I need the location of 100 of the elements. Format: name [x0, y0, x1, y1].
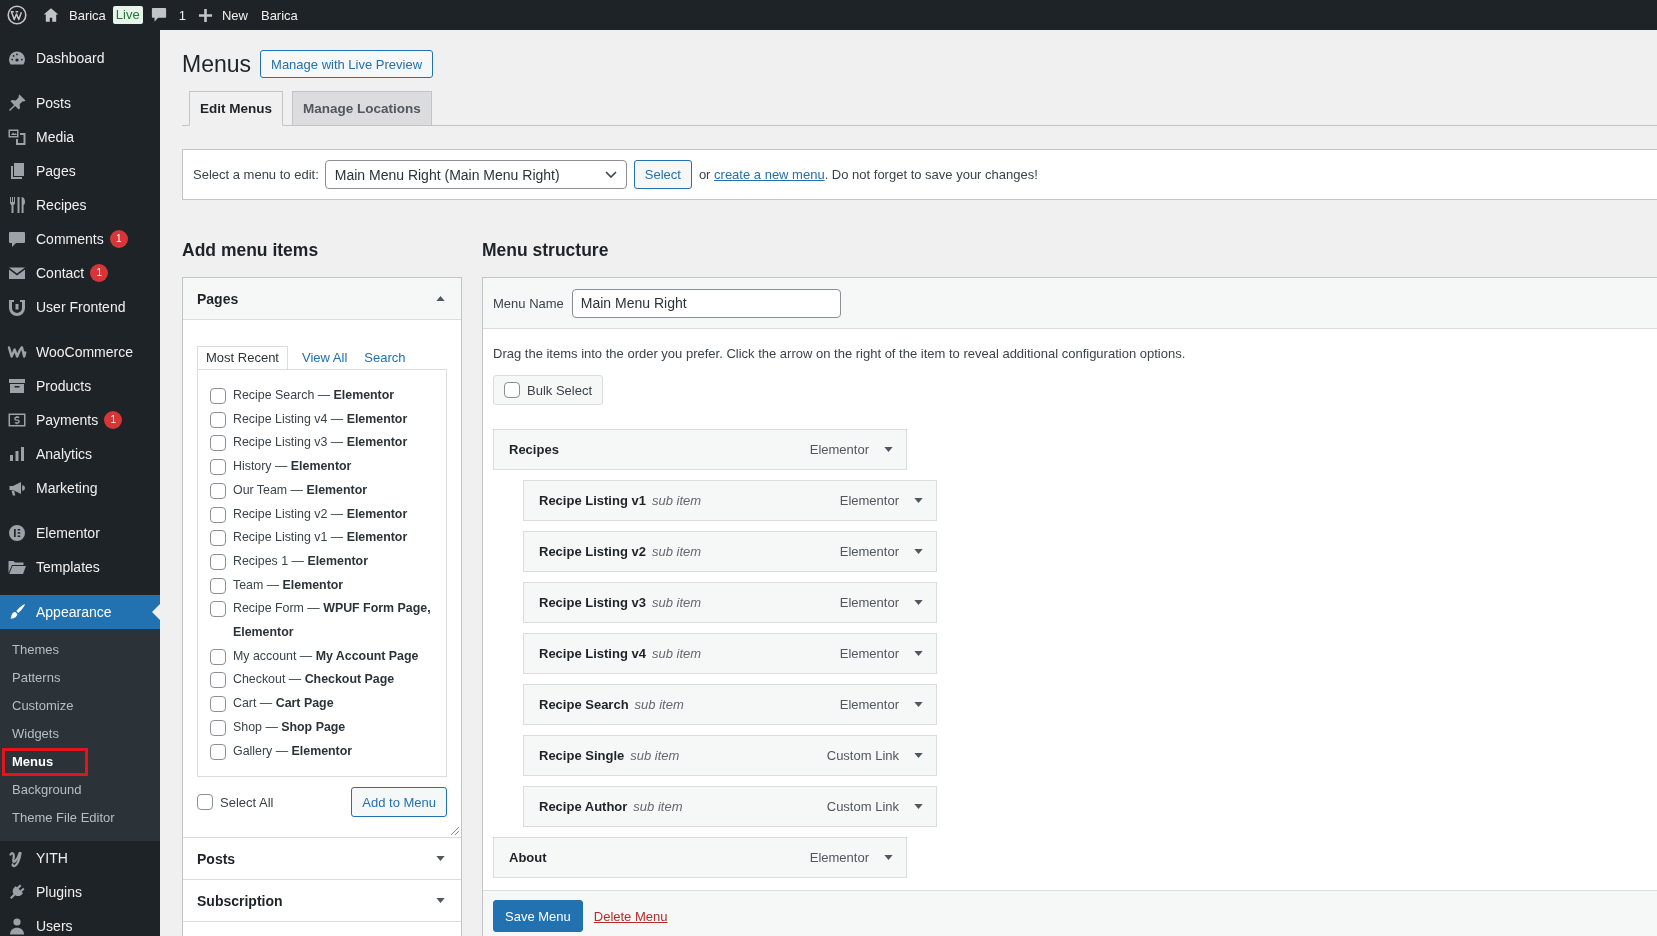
checkbox[interactable] [210, 459, 226, 476]
menu-item-title: Recipe Single [539, 748, 625, 763]
menu-picker-label: Select a menu to edit: [193, 167, 319, 182]
sidebar-item[interactable]: Users [0, 909, 160, 936]
menu-item-bar[interactable]: Recipe Search sub item Elementor [523, 684, 937, 725]
caret-down-icon[interactable] [914, 549, 923, 554]
bar-chart-icon [7, 444, 27, 464]
menu-item-note: sub item [630, 748, 680, 763]
sidebar-item[interactable]: Media [0, 120, 160, 154]
sidebar-item[interactable]: User Frontend [0, 290, 160, 324]
submenu-item[interactable]: Background [0, 776, 160, 804]
page-option-label: Checkout — Checkout Page [233, 671, 395, 689]
plus-icon [197, 7, 213, 23]
checkbox[interactable] [210, 482, 226, 499]
caret-down-icon[interactable] [914, 804, 923, 809]
list-tab[interactable]: Most Recent [197, 346, 288, 369]
checkbox[interactable] [210, 411, 226, 428]
page-option-label: Team — Elementor [233, 576, 344, 594]
checkbox[interactable] [210, 553, 226, 570]
live-preview-button[interactable]: Manage with Live Preview [260, 50, 434, 78]
menu-item-bar[interactable]: Recipe Author sub item Custom Link [523, 786, 937, 827]
sidebar-item[interactable]: Templates [0, 550, 160, 584]
sidebar-item[interactable]: Pages [0, 154, 160, 188]
caret-down-icon[interactable] [884, 855, 893, 860]
menu-item-bar[interactable]: Recipe Listing v3 sub item Elementor [523, 582, 937, 623]
menu-item-type: Elementor [839, 646, 899, 661]
caret-down-icon[interactable] [914, 651, 923, 656]
page-tab[interactable]: Edit Menus [189, 91, 283, 126]
menu-name-field[interactable]: Main Menu Right [571, 288, 841, 318]
menu-item-title: About [509, 850, 547, 865]
checkbox[interactable] [210, 530, 226, 547]
select-all-label: Select All [220, 794, 274, 810]
caret-down-icon[interactable] [884, 447, 893, 452]
submenu-item[interactable]: Patterns [0, 664, 160, 692]
page-title: Menus [182, 50, 252, 78]
archive-box-icon [7, 376, 27, 396]
checkbox[interactable] [210, 672, 226, 689]
sidebar-item[interactable]: Appearance [0, 595, 160, 629]
menu-item-bar[interactable]: Recipe Listing v4 sub item Elementor [523, 633, 937, 674]
menu-select-dropdown[interactable]: Main Menu Right (Main Menu Right) [324, 160, 627, 189]
sidebar-item[interactable]: WooCommerce [0, 335, 160, 369]
sidebar-item[interactable]: Payments 1 [0, 403, 160, 437]
save-menu-button[interactable]: Save Menu [493, 900, 583, 932]
checkbox[interactable] [210, 506, 226, 523]
menu-item-bar[interactable]: Recipe Listing v2 sub item Elementor [523, 531, 937, 572]
sidebar-item[interactable]: YITH [0, 841, 160, 875]
checkbox[interactable] [210, 435, 226, 452]
menu-item-bar[interactable]: Recipes Elementor [493, 429, 907, 470]
sidebar-item[interactable]: Analytics [0, 437, 160, 471]
sidebar-item[interactable]: Plugins [0, 875, 160, 909]
status-badge: Live [112, 6, 143, 24]
sidebar-item[interactable]: Comments 1 [0, 222, 160, 256]
select-button[interactable]: Select [633, 160, 692, 189]
menu-item-bar[interactable]: About Elementor [493, 837, 907, 878]
submenu-item[interactable]: Menus [2, 748, 88, 776]
page-option-label: Recipe Listing v3 — Elementor [233, 434, 408, 452]
delete-menu-link[interactable]: Delete Menu [593, 908, 668, 924]
caret-down-icon[interactable] [914, 498, 923, 503]
caret-down-icon[interactable] [914, 702, 923, 707]
toolbar-link[interactable]: Barica [260, 7, 298, 23]
menu-item-bar[interactable]: Recipe Single sub item Custom Link [523, 735, 937, 776]
site-name-link[interactable]: Barica [43, 7, 106, 23]
page-tab[interactable]: Manage Locations [292, 91, 432, 126]
submenu-item[interactable]: Themes [0, 636, 160, 664]
new-content-link[interactable]: New [197, 7, 248, 23]
sidebar-item[interactable]: Products [0, 369, 160, 403]
checkbox[interactable] [210, 743, 226, 760]
checkbox[interactable] [210, 719, 226, 736]
add-to-menu-button[interactable]: Add to Menu [351, 787, 447, 818]
sidebar-item[interactable]: Recipes [0, 188, 160, 222]
comments-link[interactable]: 1 [150, 7, 186, 23]
site-logo-icon[interactable] [7, 5, 27, 25]
instructions-text: Drag the items into the order you prefer. Click the arrow on the right of the item to reveal additional configuration options. [493, 345, 1187, 362]
bulk-select-button[interactable]: Bulk Select [493, 375, 604, 405]
resize-handle-icon[interactable] [450, 826, 459, 836]
menu-item-bar[interactable]: Recipe Listing v1 sub item Elementor [523, 480, 937, 521]
checkbox[interactable] [210, 577, 226, 594]
list-tab[interactable]: Search [356, 346, 414, 369]
sidebar-item[interactable]: Posts [0, 86, 160, 120]
sidebar-item[interactable]: Contact 1 [0, 256, 160, 290]
page-option-label: Recipe Search — Elementor [233, 387, 395, 404]
sidebar-item[interactable]: Marketing [0, 471, 160, 505]
accordion-header[interactable]: Pages [183, 278, 461, 320]
submenu-item[interactable]: Customize [0, 692, 160, 720]
sidebar-item[interactable]: Elementor [0, 516, 160, 550]
submenu-item[interactable]: Theme File Editor [0, 804, 160, 832]
page-option-label: Cart — Cart Page [233, 695, 334, 713]
checkbox[interactable] [197, 794, 213, 811]
checkbox[interactable] [210, 601, 226, 618]
checkbox[interactable] [210, 648, 226, 665]
caret-down-icon[interactable] [914, 600, 923, 605]
list-tab[interactable]: View All [294, 346, 356, 369]
sidebar-item[interactable]: Dashboard [0, 41, 160, 75]
submenu-item[interactable]: Widgets [0, 720, 160, 748]
create-menu-link[interactable]: create a new menu [714, 167, 825, 182]
checkbox[interactable] [504, 382, 520, 398]
checkbox[interactable] [210, 696, 226, 713]
checkbox[interactable] [210, 388, 226, 404]
menu-item-title: Recipe Listing v4 [539, 646, 646, 661]
caret-down-icon[interactable] [914, 753, 923, 758]
